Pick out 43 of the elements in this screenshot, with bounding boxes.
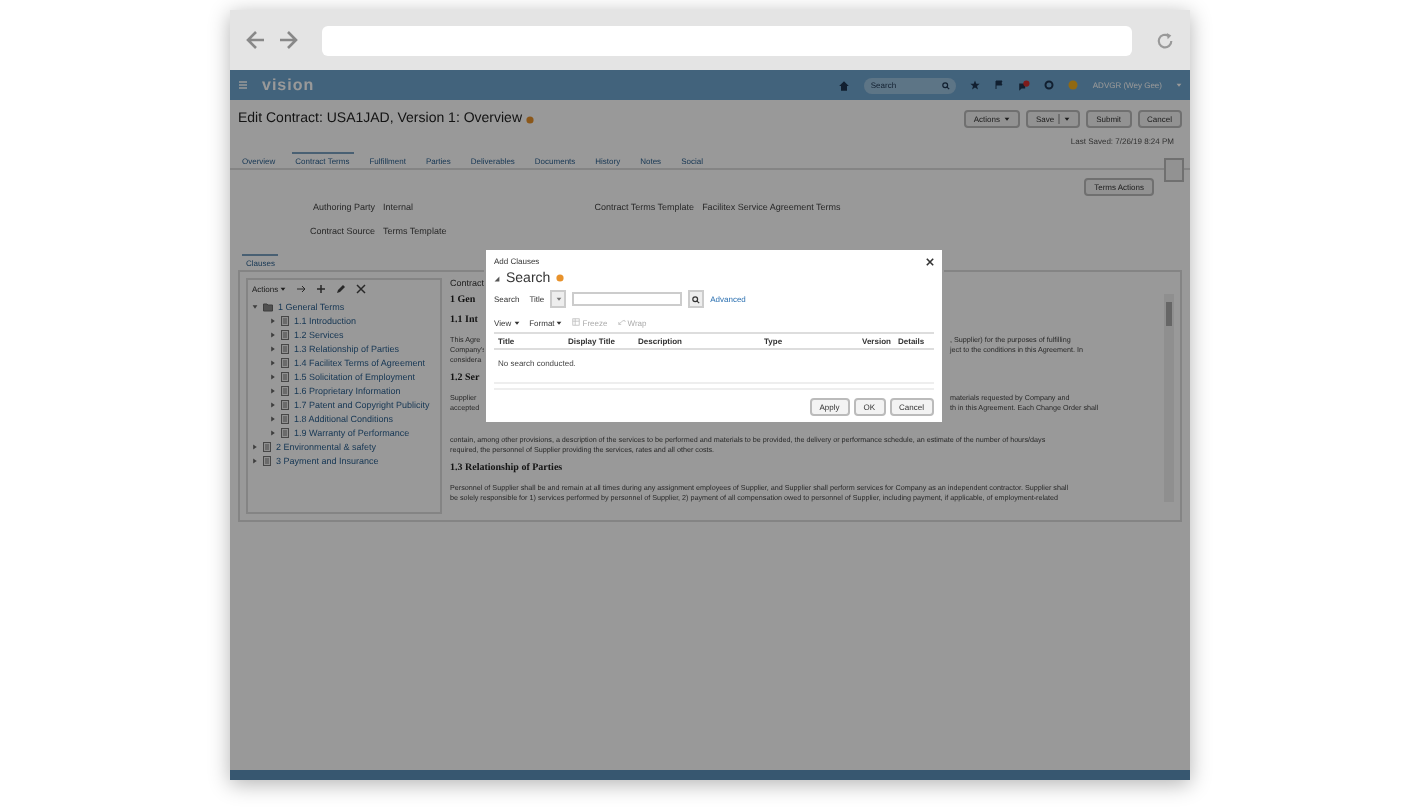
caret-icon xyxy=(1176,82,1182,88)
back-arrow-icon[interactable] xyxy=(246,30,266,50)
flag-icon[interactable] xyxy=(994,80,1005,90)
folder-icon xyxy=(262,302,274,312)
home-icon[interactable] xyxy=(838,79,851,91)
info-dot-icon xyxy=(556,274,565,282)
app-logo: vision xyxy=(262,76,315,94)
search-input-field[interactable] xyxy=(572,292,683,306)
add-icon[interactable] xyxy=(316,284,327,294)
document-icon xyxy=(280,400,290,410)
indent-icon[interactable] xyxy=(296,284,307,294)
expanded-triangle-icon[interactable] xyxy=(494,275,500,281)
scrollbar[interactable] xyxy=(1164,294,1174,502)
info-dot-icon xyxy=(526,115,534,123)
document-icon xyxy=(280,330,290,340)
caret-icon xyxy=(280,286,287,292)
side-panel-toggle[interactable] xyxy=(1164,158,1184,182)
notification-icon[interactable] xyxy=(1018,79,1031,91)
close-icon[interactable] xyxy=(926,257,934,265)
delete-icon[interactable] xyxy=(356,284,367,294)
document-icon xyxy=(280,372,290,382)
edit-icon[interactable] xyxy=(336,284,347,294)
document-icon xyxy=(280,428,290,438)
reload-icon[interactable] xyxy=(1156,31,1174,49)
document-icon xyxy=(280,316,290,326)
search-icon xyxy=(942,81,951,89)
search-button[interactable] xyxy=(688,290,705,308)
document-icon xyxy=(280,358,290,368)
search-icon xyxy=(692,295,701,303)
document-icon xyxy=(280,414,290,424)
expanded-triangle-icon[interactable] xyxy=(252,304,258,310)
freeze-icon xyxy=(572,318,581,326)
document-icon xyxy=(262,442,272,452)
forward-arrow-icon[interactable] xyxy=(278,30,298,50)
caret-icon xyxy=(556,319,563,325)
caret-icon xyxy=(555,296,562,302)
document-icon xyxy=(280,344,290,354)
document-icon xyxy=(262,456,272,466)
caret-icon xyxy=(1064,116,1071,122)
caret-icon xyxy=(513,319,520,325)
document-icon xyxy=(280,386,290,396)
star-icon[interactable] xyxy=(970,80,981,90)
caret-icon xyxy=(1003,116,1010,122)
